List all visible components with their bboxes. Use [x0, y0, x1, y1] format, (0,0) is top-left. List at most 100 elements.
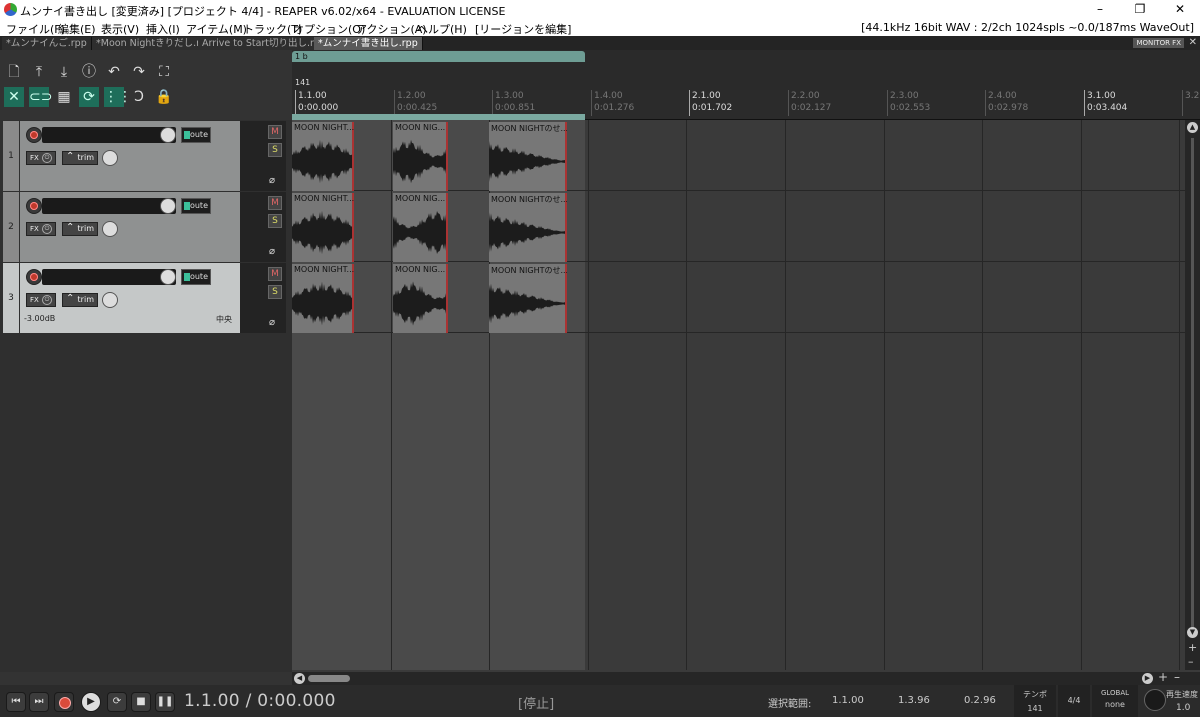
media-item[interactable]: MOON NIG...: [393, 122, 448, 191]
mute-button[interactable]: M: [268, 196, 282, 210]
global-value[interactable]: none: [1092, 700, 1138, 709]
ruler-tick[interactable]: 3.1.00 0:03.404: [1084, 90, 1127, 116]
tab-munnai-ngo[interactable]: *ムンナイんご.rpp: [2, 37, 92, 50]
tempo-marker[interactable]: 141: [295, 78, 310, 87]
horizontal-scrollbar[interactable]: ◀ ▶ + –: [292, 670, 1200, 685]
track-lane[interactable]: MOON NIGHT... MOON NIG... MOON NIGHTのせ...: [292, 263, 1185, 333]
vertical-scrollbar[interactable]: ▲ ▼ + –: [1185, 120, 1200, 670]
menu-edit[interactable]: 編集(E): [58, 21, 96, 37]
volume-knob[interactable]: [160, 198, 176, 214]
menu-item[interactable]: アイテム(M): [186, 21, 247, 37]
pan-knob[interactable]: [102, 221, 118, 237]
scroll-left-icon[interactable]: ◀: [294, 673, 305, 684]
solo-button[interactable]: S: [268, 214, 282, 228]
ruler-tick[interactable]: 1.1.00 0:00.000: [295, 90, 338, 116]
ruler-tick[interactable]: 2.2.00 0:02.127: [788, 90, 831, 116]
lock-icon[interactable]: 🔒: [154, 87, 174, 107]
record-button[interactable]: [54, 692, 74, 712]
automation-mode-button[interactable]: trim: [62, 151, 98, 165]
menu-actions[interactable]: アクション(A): [356, 21, 427, 37]
menu-edit-region[interactable]: [リージョンを編集]: [475, 21, 571, 37]
vertical-scroll-thumb[interactable]: [1191, 138, 1194, 628]
undo-icon[interactable]: ↶: [104, 62, 124, 82]
auto-crossfade-icon[interactable]: ✕: [4, 87, 24, 107]
tab-munnai-kakidashi[interactable]: *ムンナイ書き出し.rpp: [314, 37, 423, 50]
time-signature[interactable]: 4/4: [1058, 685, 1090, 717]
play-button[interactable]: ▶: [81, 692, 101, 712]
close-button[interactable]: ✕: [1160, 0, 1200, 19]
track-name-field[interactable]: [42, 127, 176, 143]
media-item[interactable]: MOON NIGHTのせ...: [489, 122, 567, 191]
tempo-value[interactable]: 141: [1014, 704, 1056, 713]
track-name-field[interactable]: [42, 198, 176, 214]
snap-grid-icon[interactable]: ▦: [54, 87, 74, 107]
mute-button[interactable]: M: [268, 267, 282, 281]
new-project-icon[interactable]: 🗋: [4, 62, 24, 82]
menu-file[interactable]: ファイル(F): [6, 21, 65, 37]
route-button[interactable]: Route: [181, 269, 211, 285]
arrange-view[interactable]: 1 b 141 1.1.00 0:00.000 1.2.00 0:00.425 1.3.…: [292, 50, 1200, 672]
fx-bypass-icon[interactable]: ⏻: [42, 224, 52, 234]
automation-mode-button[interactable]: trim: [62, 293, 98, 307]
selection-end[interactable]: 1.3.96: [898, 695, 930, 706]
monitor-fx-button[interactable]: MONITOR FX: [1133, 38, 1184, 48]
ruler-tick[interactable]: 1.3.00 0:00.851: [492, 90, 535, 116]
go-to-end-button[interactable]: ⏭: [29, 692, 49, 712]
fx-bypass-icon[interactable]: ⏻: [42, 295, 52, 305]
solo-button[interactable]: S: [268, 143, 282, 157]
zoom-out-vertical-icon[interactable]: –: [1188, 655, 1194, 668]
volume-knob[interactable]: [160, 127, 176, 143]
region-lane[interactable]: 1 b: [292, 50, 1200, 63]
route-button[interactable]: Route: [181, 127, 211, 143]
scroll-up-icon[interactable]: ▲: [1187, 122, 1198, 133]
track-number[interactable]: 3: [3, 263, 19, 333]
minimize-button[interactable]: –: [1080, 0, 1120, 19]
open-project-icon[interactable]: ⤒: [29, 62, 49, 82]
zoom-in-vertical-icon[interactable]: +: [1188, 641, 1197, 654]
ripple-edit-icon[interactable]: ⟳: [79, 87, 99, 107]
selection-length[interactable]: 0.2.96: [964, 695, 996, 706]
track-body[interactable]: Route FX ⏻ trim: [20, 192, 240, 262]
track-lane[interactable]: MOON NIGHT... MOON NIG... MOON NIGHTのせ...: [292, 192, 1185, 262]
track-number[interactable]: 1: [3, 121, 19, 191]
track-lanes[interactable]: MOON NIGHT... MOON NIG... MOON NIGHTのせ... M…: [292, 120, 1185, 670]
audio-status[interactable]: [44.1kHz 16bit WAV : 2/2ch 1024spls ~0.0…: [861, 21, 1194, 34]
media-item[interactable]: MOON NIGHTのせ...: [489, 193, 567, 262]
ruler-tick[interactable]: 2.1.00 0:01.702: [689, 90, 732, 116]
loop-icon[interactable]: Ɔ: [129, 87, 149, 107]
menu-help[interactable]: ヘルプ(H): [417, 21, 467, 37]
route-button[interactable]: Route: [181, 198, 211, 214]
phase-invert-icon[interactable]: ⌀: [269, 317, 275, 328]
record-arm-button[interactable]: [26, 127, 42, 143]
close-tab-icon[interactable]: ✕: [1189, 37, 1197, 48]
zoom-out-horizontal-icon[interactable]: –: [1174, 670, 1180, 684]
menu-insert[interactable]: 挿入(I): [146, 21, 180, 37]
time-display[interactable]: 1.1.00 / 0:00.000: [184, 691, 336, 711]
repeat-button[interactable]: ⟳: [107, 692, 127, 712]
menu-view[interactable]: 表示(V): [101, 21, 139, 37]
global-automation-box[interactable]: GLOBAL none: [1092, 685, 1138, 717]
redo-icon[interactable]: ↷: [129, 62, 149, 82]
track-2-header[interactable]: 2 Route FX ⏻ trim M S ⌀: [3, 192, 286, 262]
track-name-field[interactable]: [42, 269, 176, 285]
volume-knob[interactable]: [160, 269, 176, 285]
zoom-in-horizontal-icon[interactable]: +: [1158, 670, 1168, 684]
track-3-header[interactable]: 3 Route FX ⏻ trim -3.00dB 中央 M S ⌀: [3, 263, 286, 333]
tab-arrive-to-start[interactable]: Arrive to Start切り出し.rpp: [198, 37, 332, 50]
ruler-tick[interactable]: 2.3.00 0:02.553: [887, 90, 930, 116]
timeline-ruler[interactable]: 1.1.00 0:00.000 1.2.00 0:00.425 1.3.00 0:00.8…: [292, 90, 1200, 120]
track-1-header[interactable]: 1 Route FX ⏻ trim M S ⌀: [3, 121, 286, 191]
pan-knob[interactable]: [102, 292, 118, 308]
stop-button[interactable]: ■: [131, 692, 151, 712]
ruler-tick[interactable]: 1.2.00 0:00.425: [394, 90, 437, 116]
marker-lane[interactable]: 141: [292, 63, 1200, 90]
horizontal-scroll-thumb[interactable]: [308, 675, 350, 682]
media-item[interactable]: MOON NIGHT...: [292, 122, 354, 191]
scroll-right-icon[interactable]: ▶: [1142, 673, 1153, 684]
item-grouping-icon[interactable]: ⊂⊃: [29, 87, 52, 107]
mute-button[interactable]: M: [268, 125, 282, 139]
ruler-tick[interactable]: 3.2: [1182, 90, 1199, 116]
media-item[interactable]: MOON NIGHT...: [292, 193, 354, 262]
grid-lines-icon[interactable]: ⋮⋮: [104, 87, 132, 107]
save-project-icon[interactable]: ⤓: [54, 62, 74, 82]
